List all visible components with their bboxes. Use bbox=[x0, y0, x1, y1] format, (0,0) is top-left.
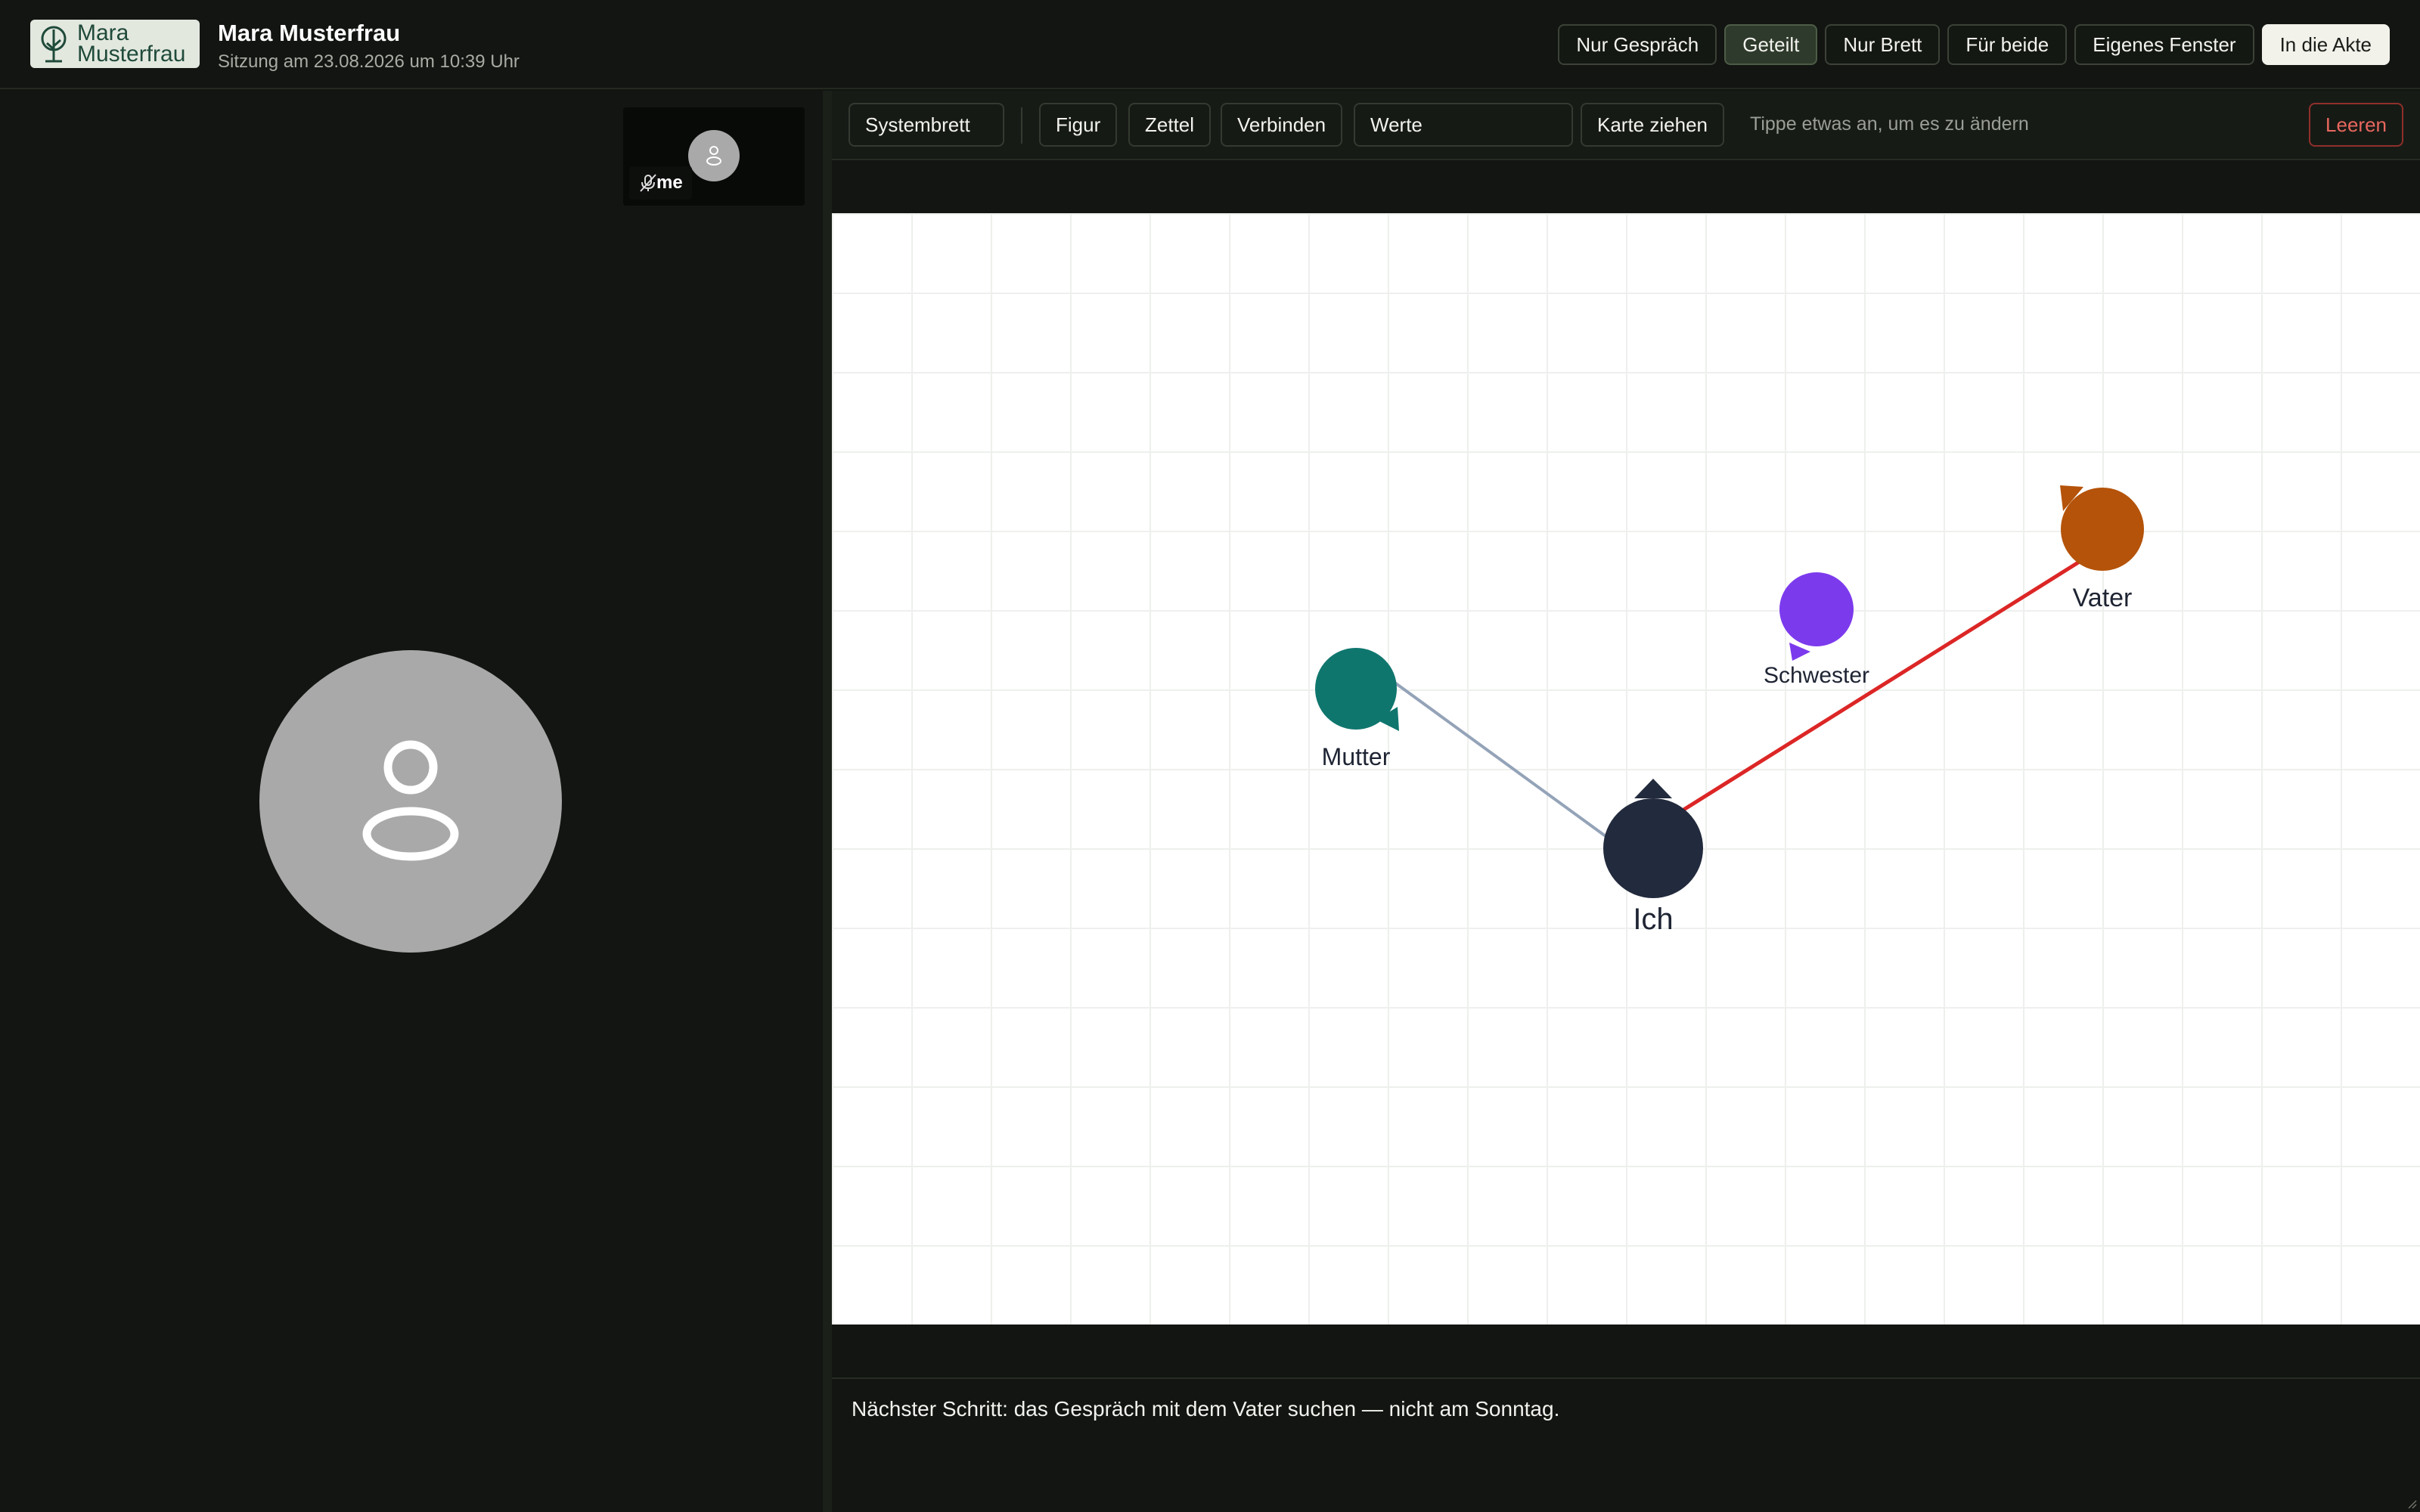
figure-schwester[interactable]: Schwester bbox=[1764, 572, 1869, 688]
figure-ich[interactable]: Ich bbox=[1603, 779, 1703, 936]
session-info: Mara Musterfrau Sitzung am 23.08.2026 um… bbox=[218, 20, 520, 73]
resize-grip-icon[interactable] bbox=[2406, 1498, 2417, 1509]
toolbar-separator bbox=[1021, 107, 1022, 144]
save-to-file-button[interactable]: In die Akte bbox=[2261, 24, 2390, 65]
add-figure-button[interactable]: Figur bbox=[1039, 103, 1118, 147]
toolbar-hint: Tippe etwas an, um es zu ändern bbox=[1750, 113, 2029, 135]
mic-muted-icon bbox=[640, 174, 656, 192]
video-pane: me bbox=[0, 91, 823, 1512]
user-icon bbox=[362, 740, 459, 861]
figure-mutter-label: Mutter bbox=[1322, 743, 1391, 770]
remote-participant-avatar bbox=[259, 650, 562, 953]
board-mode-select[interactable]: Systembrett bbox=[849, 103, 1004, 147]
logo-text-line1: Mara bbox=[77, 20, 129, 45]
connection-ich-mutter[interactable] bbox=[1384, 674, 1624, 850]
logo-text: Mara Musterfrau bbox=[77, 20, 186, 67]
view-mode-buttons: Nur Gespräch Geteilt Nur Brett Für beide… bbox=[1558, 24, 2390, 65]
self-name-label: me bbox=[629, 166, 692, 200]
figure-mutter[interactable]: Mutter bbox=[1315, 648, 1399, 770]
figure-schwester-label: Schwester bbox=[1764, 663, 1869, 688]
logo-text-line2: Musterfrau bbox=[77, 42, 186, 67]
view-for-both-button[interactable]: Für beide bbox=[1947, 24, 2068, 65]
notes-text: Nächster Schritt: das Gespräch mit dem V… bbox=[852, 1397, 1560, 1421]
view-talk-only-button[interactable]: Nur Gespräch bbox=[1558, 24, 1717, 65]
own-window-button[interactable]: Eigenes Fenster bbox=[2074, 24, 2254, 65]
add-note-button[interactable]: Zettel bbox=[1128, 103, 1212, 147]
figure-schwester-body[interactable] bbox=[1779, 572, 1854, 646]
session-notes-textarea[interactable]: Nächster Schritt: das Gespräch mit dem V… bbox=[832, 1377, 2420, 1512]
self-name: me bbox=[656, 172, 683, 193]
board-toolbar: Systembrett Figur Zettel Verbinden Werte… bbox=[832, 91, 2420, 160]
figure-ich-label: Ich bbox=[1633, 903, 1673, 936]
connection-ich-vater[interactable] bbox=[1621, 545, 2104, 850]
system-board-canvas[interactable]: Mutter Ich Schwester Vater bbox=[832, 213, 2420, 1325]
figure-ich-direction[interactable] bbox=[1634, 779, 1672, 798]
pane-divider[interactable] bbox=[823, 91, 832, 1512]
client-name: Mara Musterfrau bbox=[218, 20, 401, 46]
figure-schwester-direction[interactable] bbox=[1789, 643, 1810, 661]
app-header: Mara Musterfrau Mara Musterfrau Sitzung … bbox=[0, 0, 2420, 89]
draw-card-button[interactable]: Karte ziehen bbox=[1581, 103, 1724, 147]
view-board-only-button[interactable]: Nur Brett bbox=[1825, 24, 1941, 65]
board-pane: Systembrett Figur Zettel Verbinden Werte… bbox=[832, 91, 2420, 1512]
values-field[interactable]: Werte bbox=[1354, 103, 1573, 147]
tree-logo-icon bbox=[41, 26, 67, 63]
figure-vater-label: Vater bbox=[2073, 584, 2133, 612]
board-svg[interactable]: Mutter Ich Schwester Vater bbox=[832, 213, 2420, 1325]
session-date: Sitzung am 23.08.2026 um 10:39 Uhr bbox=[218, 51, 520, 72]
view-split-button[interactable]: Geteilt bbox=[1724, 24, 1818, 65]
figure-vater-body[interactable] bbox=[2061, 488, 2144, 571]
figure-vater[interactable]: Vater bbox=[2060, 485, 2144, 612]
connect-button[interactable]: Verbinden bbox=[1221, 103, 1343, 147]
self-video-tile[interactable]: me bbox=[623, 107, 805, 206]
self-avatar bbox=[688, 130, 740, 181]
brand-logo: Mara Musterfrau bbox=[30, 20, 200, 68]
figure-ich-body[interactable] bbox=[1603, 798, 1703, 898]
clear-board-button[interactable]: Leeren bbox=[2309, 103, 2403, 147]
user-icon bbox=[706, 146, 721, 166]
